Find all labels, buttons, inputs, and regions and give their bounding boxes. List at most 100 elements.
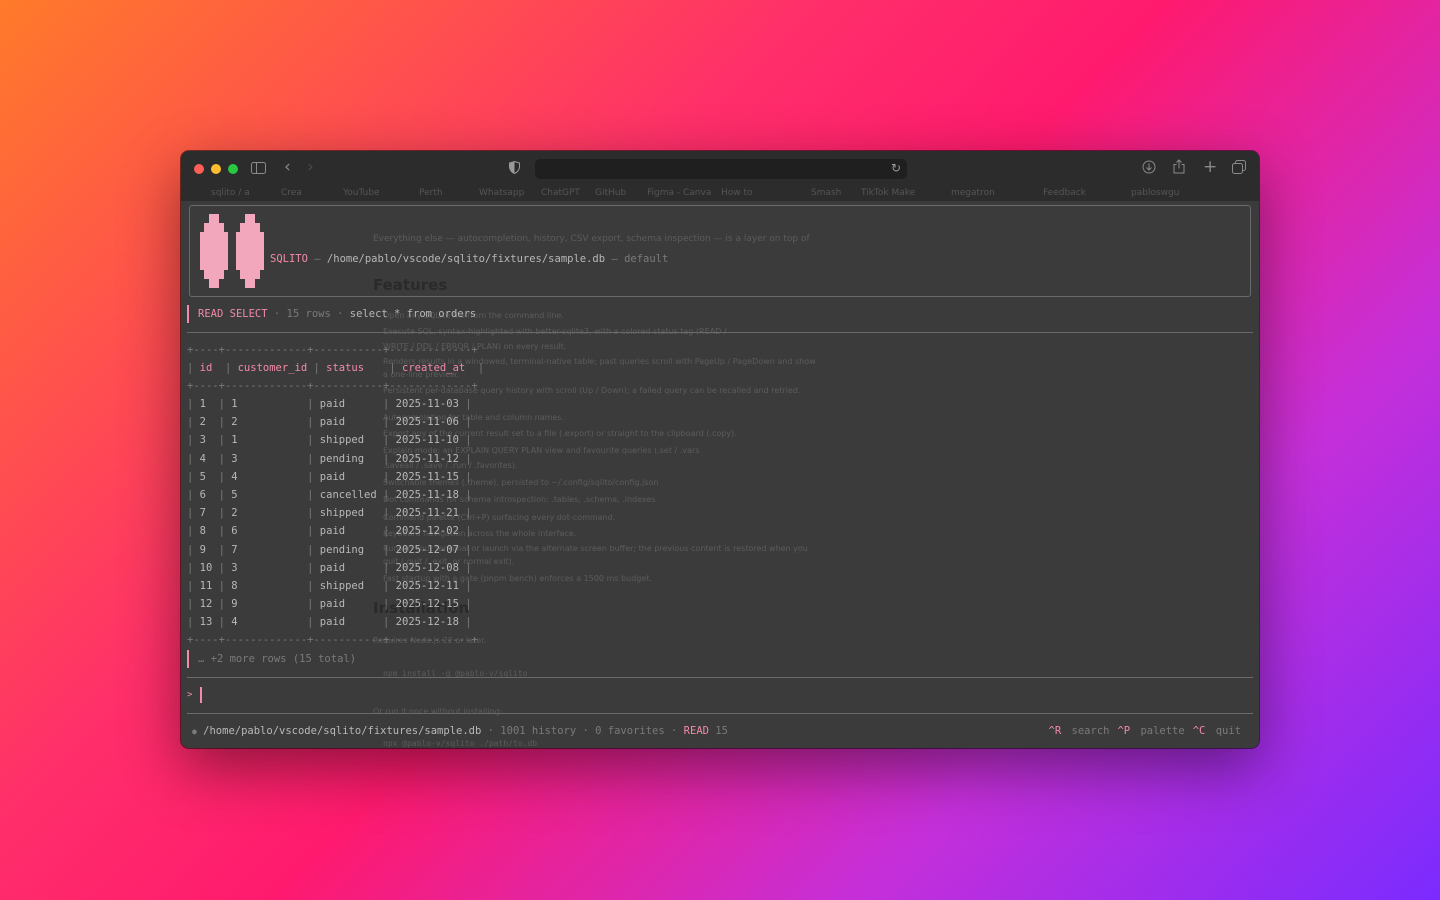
bookmark-item[interactable]: Perth — [419, 188, 443, 198]
bookmark-item[interactable]: TikTok Make — [861, 188, 915, 198]
cell-customer-id: 9 — [231, 598, 301, 611]
column-header-created-at: created_at — [402, 362, 466, 374]
bookmark-item[interactable]: Smash — [811, 188, 841, 198]
cell-customer-id: 5 — [231, 489, 301, 501]
cell-status: paid — [319, 598, 377, 611]
bookmark-item[interactable]: Feedback — [1043, 188, 1086, 198]
page-content: Everything else — autocompletion, histor… — [181, 201, 1259, 748]
cell-created-at: 2025-12-02 — [395, 525, 459, 538]
cell-customer-id: 3 — [231, 561, 301, 574]
table-row: | 6 | 5 | cancelled | 2025-11-18 | — [187, 489, 472, 501]
bookmarks-bar: sqlito / a Crea YouTube Perth Whatsapp C… — [181, 187, 1259, 201]
zoom-window-button[interactable] — [228, 164, 238, 174]
table-border: +----+-------------+-----------+--------… — [187, 634, 478, 646]
result-rows-count: 15 rows — [286, 308, 331, 320]
table-row: | 5 | 4 | paid | 2025-11-15 | — [187, 470, 472, 483]
cell-status: cancelled — [319, 489, 377, 501]
table-header-row: | id | customer_id | status | created_at… — [187, 362, 485, 374]
table-row: | 8 | 6 | paid | 2025-12-02 | — [187, 525, 472, 538]
bookmark-item[interactable]: sqlito / a — [211, 188, 250, 198]
table-row: | 3 | 1 | shipped | 2025-11-10 | — [187, 434, 472, 447]
cell-created-at: 2025-11-18 — [395, 489, 459, 501]
cell-status: shipped — [319, 434, 377, 447]
column-header-customer-id: customer_id — [237, 362, 308, 374]
cell-status: paid — [319, 561, 377, 574]
table-row: | 1 | 1 | paid | 2025-11-03 | — [187, 398, 472, 410]
column-header-status: status — [326, 362, 365, 374]
bookmark-item[interactable]: megatron — [951, 188, 995, 198]
more-rows-note: … +2 more rows (15 total) — [198, 653, 357, 665]
share-icon[interactable] — [1173, 159, 1185, 178]
column-header-id: id — [199, 362, 213, 374]
new-tab-icon[interactable]: + — [1203, 157, 1217, 177]
cell-customer-id: 1 — [231, 398, 301, 410]
cell-id: 3 — [199, 434, 213, 447]
result-tag: READ — [198, 308, 224, 320]
cell-customer-id: 3 — [231, 452, 301, 465]
cell-status: paid — [319, 525, 377, 538]
status-bar: ● /home/pablo/vscode/sqlito/fixtures/sam… — [192, 725, 728, 737]
cell-customer-id: 2 — [231, 416, 301, 429]
cell-status: paid — [319, 398, 377, 410]
minimize-window-button[interactable] — [211, 164, 221, 174]
cell-id: 12 — [199, 598, 213, 611]
bookmark-item[interactable]: Figma - Canva — [647, 188, 711, 198]
query-input-cursor[interactable] — [200, 687, 202, 703]
cell-customer-id: 6 — [231, 525, 301, 538]
app-header: SQLITO — /home/pablo/vscode/sqlito/fixtu… — [189, 205, 1251, 297]
footer-db-path: /home/pablo/vscode/sqlito/fixtures/sampl… — [203, 725, 482, 737]
cell-created-at: 2025-12-07 — [395, 543, 459, 556]
cell-created-at: 2025-12-18 — [395, 616, 459, 629]
cell-created-at: 2025-11-21 — [395, 507, 459, 520]
close-window-button[interactable] — [194, 164, 204, 174]
header-profile: default — [624, 253, 669, 265]
hint-palette[interactable]: ^P palette — [1113, 725, 1184, 737]
bookmark-item[interactable]: GitHub — [595, 188, 626, 198]
cell-id: 8 — [199, 525, 213, 538]
cell-id: 7 — [199, 507, 213, 520]
cell-status: pending — [319, 543, 377, 556]
downloads-icon[interactable] — [1142, 160, 1156, 178]
sidebar-toggle-icon[interactable] — [251, 160, 266, 178]
bookmark-item[interactable]: How to — [721, 188, 753, 198]
cell-status: shipped — [319, 580, 377, 592]
cell-created-at: 2025-11-15 — [395, 470, 459, 483]
bookmark-item[interactable]: pabloswgu — [1131, 188, 1179, 198]
table-row: | 9 | 7 | pending | 2025-12-07 | — [187, 543, 472, 556]
keyboard-hints: ^R search ^P palette ^C quit — [1041, 725, 1241, 737]
back-icon[interactable]: ‹ — [284, 157, 291, 177]
cell-created-at: 2025-12-15 — [395, 598, 459, 611]
cell-created-at: 2025-12-11 — [395, 580, 459, 592]
footer-status-tag: READ — [683, 725, 709, 737]
hint-quit[interactable]: ^C quit — [1189, 725, 1241, 737]
bookmark-item[interactable]: ChatGPT — [541, 188, 580, 198]
address-bar[interactable]: ↻ — [535, 159, 907, 179]
table-row: | 13 | 4 | paid | 2025-12-18 | — [187, 616, 472, 629]
browser-titlebar: ‹ › ↻ + — [181, 151, 1259, 187]
more-rows-accent-bar — [187, 650, 189, 668]
bookmark-item[interactable]: Whatsapp — [479, 188, 524, 198]
cell-customer-id: 8 — [231, 580, 301, 592]
reload-icon[interactable]: ↻ — [891, 161, 901, 175]
table-row: | 10 | 3 | paid | 2025-12-08 | — [187, 561, 472, 574]
divider — [187, 332, 1253, 333]
table-row: | 11 | 8 | shipped | 2025-12-11 | — [187, 580, 472, 592]
cell-customer-id: 7 — [231, 543, 301, 556]
table-row: | 12 | 9 | paid | 2025-12-15 | — [187, 598, 472, 611]
cell-id: 5 — [199, 470, 213, 483]
bookmark-item[interactable]: Crea — [281, 188, 302, 198]
forward-icon[interactable]: › — [307, 157, 314, 177]
prompt-symbol: > — [187, 690, 193, 700]
cell-status: paid — [319, 416, 377, 429]
privacy-shield-icon[interactable] — [509, 160, 520, 178]
browser-window: ‹ › ↻ + sqlito / a Crea YouTube Perth Wh… — [181, 151, 1259, 748]
bookmark-item[interactable]: YouTube — [343, 188, 380, 198]
tab-overview-icon[interactable] — [1232, 160, 1246, 178]
table-row: | 4 | 3 | pending | 2025-11-12 | — [187, 452, 472, 465]
cell-created-at: 2025-12-08 — [395, 561, 459, 574]
hint-search[interactable]: ^R search — [1045, 725, 1110, 737]
table-row: | 7 | 2 | shipped | 2025-11-21 | — [187, 507, 472, 520]
result-status: READ SELECT · 15 rows · select * from or… — [198, 308, 477, 320]
cell-id: 6 — [199, 489, 213, 501]
header-db-path: /home/pablo/vscode/sqlito/fixtures/sampl… — [326, 253, 606, 265]
